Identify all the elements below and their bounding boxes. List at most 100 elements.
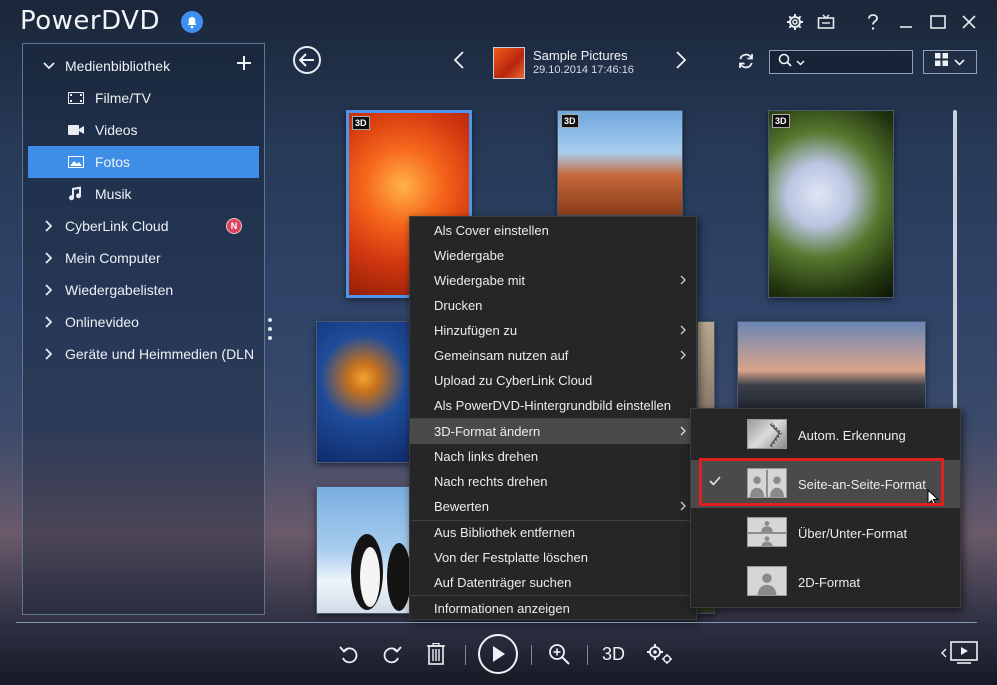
tv-mode-icon[interactable]: [812, 8, 840, 36]
rotate-left-icon[interactable]: [334, 638, 364, 670]
2d-format-icon: [747, 566, 787, 596]
menu-item-label: Wiedergabe mit: [434, 273, 526, 288]
film-icon: [67, 92, 85, 104]
submenu-arrow-icon: [680, 325, 686, 335]
maximize-icon[interactable]: [924, 8, 952, 36]
menu-item-hintergrundbild[interactable]: Als PowerDVD-Hintergrundbild einstellen: [410, 393, 696, 418]
submenu-item-label: Über/Unter-Format: [798, 525, 908, 541]
menu-item-upload-cloud[interactable]: Upload zu CyberLink Cloud: [410, 368, 696, 393]
mini-player-icon[interactable]: [950, 641, 978, 670]
submenu-item-label: Autom. Erkennung: [798, 427, 906, 443]
chevron-down-icon[interactable]: [796, 53, 805, 71]
sidebar-item-label: Geräte und Heimmedien (DLN: [65, 346, 255, 362]
menu-item-hinzufuegen-zu[interactable]: Hinzufügen zu: [410, 318, 696, 343]
sidebar-item-label: CyberLink Cloud: [65, 218, 169, 234]
sidebar-item-label: Filme/TV: [95, 90, 151, 106]
menu-item-label: Als PowerDVD-Hintergrundbild einstellen: [434, 398, 671, 413]
menu-item-wiedergabe-mit[interactable]: Wiedergabe mit: [410, 268, 696, 293]
menu-item-wiedergabe[interactable]: Wiedergabe: [410, 243, 696, 268]
menu-item-drucken[interactable]: Drucken: [410, 293, 696, 318]
chevron-right-icon: [41, 348, 57, 360]
help-icon[interactable]: [859, 8, 887, 36]
chevron-right-icon: [41, 252, 57, 264]
submenu-arrow-icon: [680, 426, 686, 436]
trash-icon[interactable]: [421, 638, 451, 670]
panel-splitter[interactable]: [268, 318, 272, 345]
sidebar-item-geraete[interactable]: Geräte und Heimmedien (DLN: [23, 338, 264, 370]
music-note-icon: [67, 186, 85, 202]
menu-item-3d-format[interactable]: 3D-Format ändern: [410, 419, 696, 444]
view-mode-button[interactable]: [923, 50, 977, 74]
menu-item-informationen[interactable]: Informationen anzeigen: [410, 596, 696, 621]
close-icon[interactable]: [955, 8, 983, 36]
video-camera-icon: [67, 124, 85, 136]
play-button[interactable]: [478, 634, 518, 674]
menu-item-links-drehen[interactable]: Nach links drehen: [410, 444, 696, 469]
sidebar-item-videos[interactable]: Videos: [23, 114, 264, 146]
next-album-icon[interactable]: [675, 51, 687, 74]
menu-item-bewerten[interactable]: Bewerten: [410, 494, 696, 519]
photo-icon: [67, 156, 85, 168]
settings-gears-icon[interactable]: [645, 638, 675, 670]
photo-tile-jellyfish[interactable]: [316, 321, 411, 463]
sidebar-item-filme-tv[interactable]: Filme/TV: [23, 82, 264, 114]
3d-badge: 3D: [772, 114, 790, 128]
prev-album-icon[interactable]: [453, 51, 465, 74]
menu-item-label: Informationen anzeigen: [434, 601, 570, 616]
menu-item-label: Upload zu CyberLink Cloud: [434, 373, 593, 388]
sidebar-item-cyberlink-cloud[interactable]: CyberLink Cloud N: [23, 210, 264, 242]
search-input[interactable]: [769, 50, 913, 74]
chevron-down-icon: [41, 62, 57, 70]
rotate-right-icon[interactable]: [377, 638, 407, 670]
menu-item-datentraeger-suchen[interactable]: Auf Datenträger suchen: [410, 570, 696, 595]
photo-tile-koala[interactable]: [697, 321, 715, 411]
sidebar-item-mein-computer[interactable]: Mein Computer: [23, 242, 264, 274]
sidebar-item-medienbibliothek[interactable]: Medienbibliothek: [23, 50, 264, 82]
photo-tile-desert[interactable]: 3D: [557, 110, 683, 216]
grid-view-icon: [935, 53, 948, 71]
menu-item-rechts-drehen[interactable]: Nach rechts drehen: [410, 469, 696, 494]
chevron-down-icon: [954, 53, 965, 71]
settings-gear-icon[interactable]: [781, 8, 809, 36]
3d-toggle-button[interactable]: 3D: [602, 644, 625, 665]
add-icon[interactable]: [236, 55, 252, 74]
sidebar-item-fotos[interactable]: Fotos: [28, 146, 259, 178]
sidebar-item-wiedergabelisten[interactable]: Wiedergabelisten: [23, 274, 264, 306]
new-badge: N: [226, 218, 242, 234]
notification-bell-icon[interactable]: [181, 11, 203, 33]
menu-item-gemeinsam-nutzen[interactable]: Gemeinsam nutzen auf: [410, 343, 696, 368]
sidebar-item-musik[interactable]: Musik: [23, 178, 264, 210]
submenu-item-auto[interactable]: Autom. Erkennung: [691, 411, 960, 459]
photo-tile-hydrangea[interactable]: 3D: [768, 110, 894, 298]
album-date: 29.10.2014 17:46:16: [533, 64, 634, 76]
menu-item-label: Wiedergabe: [434, 248, 505, 263]
photo-tile-lighthouse[interactable]: [737, 321, 926, 411]
toolbar-divider: [16, 622, 977, 623]
photo-tile-penguins[interactable]: [316, 486, 411, 614]
submenu-arrow-icon: [680, 350, 686, 360]
toolbar-separator: [531, 645, 532, 665]
menu-item-label: Von der Festplatte löschen: [434, 550, 588, 565]
scrollbar[interactable]: [953, 110, 957, 410]
submenu-arrow-icon: [680, 275, 686, 285]
submenu-item-over-under[interactable]: Über/Unter-Format: [691, 509, 960, 557]
minimize-icon[interactable]: [892, 8, 920, 36]
menu-item-als-cover[interactable]: Als Cover einstellen: [410, 218, 696, 243]
menu-item-label: Bewerten: [434, 499, 489, 514]
chevron-right-icon: [41, 284, 57, 296]
chevron-right-icon: [41, 316, 57, 328]
menu-item-label: Gemeinsam nutzen auf: [434, 348, 569, 363]
album-thumbnail: [493, 47, 525, 79]
submenu-item-2d[interactable]: 2D-Format: [691, 558, 960, 606]
sidebar-item-onlinevideo[interactable]: Onlinevideo: [23, 306, 264, 338]
collapse-arrow-icon[interactable]: [941, 645, 947, 663]
sidebar-item-label: Medienbibliothek: [65, 58, 171, 74]
menu-item-aus-bibliothek[interactable]: Aus Bibliothek entfernen: [410, 520, 696, 545]
context-menu: Als Cover einstellen Wiedergabe Wiederga…: [409, 216, 697, 620]
zoom-in-icon[interactable]: [544, 638, 574, 670]
menu-item-festplatte-loeschen[interactable]: Von der Festplatte löschen: [410, 545, 696, 570]
3d-badge: 3D: [352, 116, 370, 130]
search-icon: [778, 53, 792, 72]
back-button[interactable]: [293, 46, 321, 74]
refresh-icon[interactable]: [737, 52, 755, 75]
